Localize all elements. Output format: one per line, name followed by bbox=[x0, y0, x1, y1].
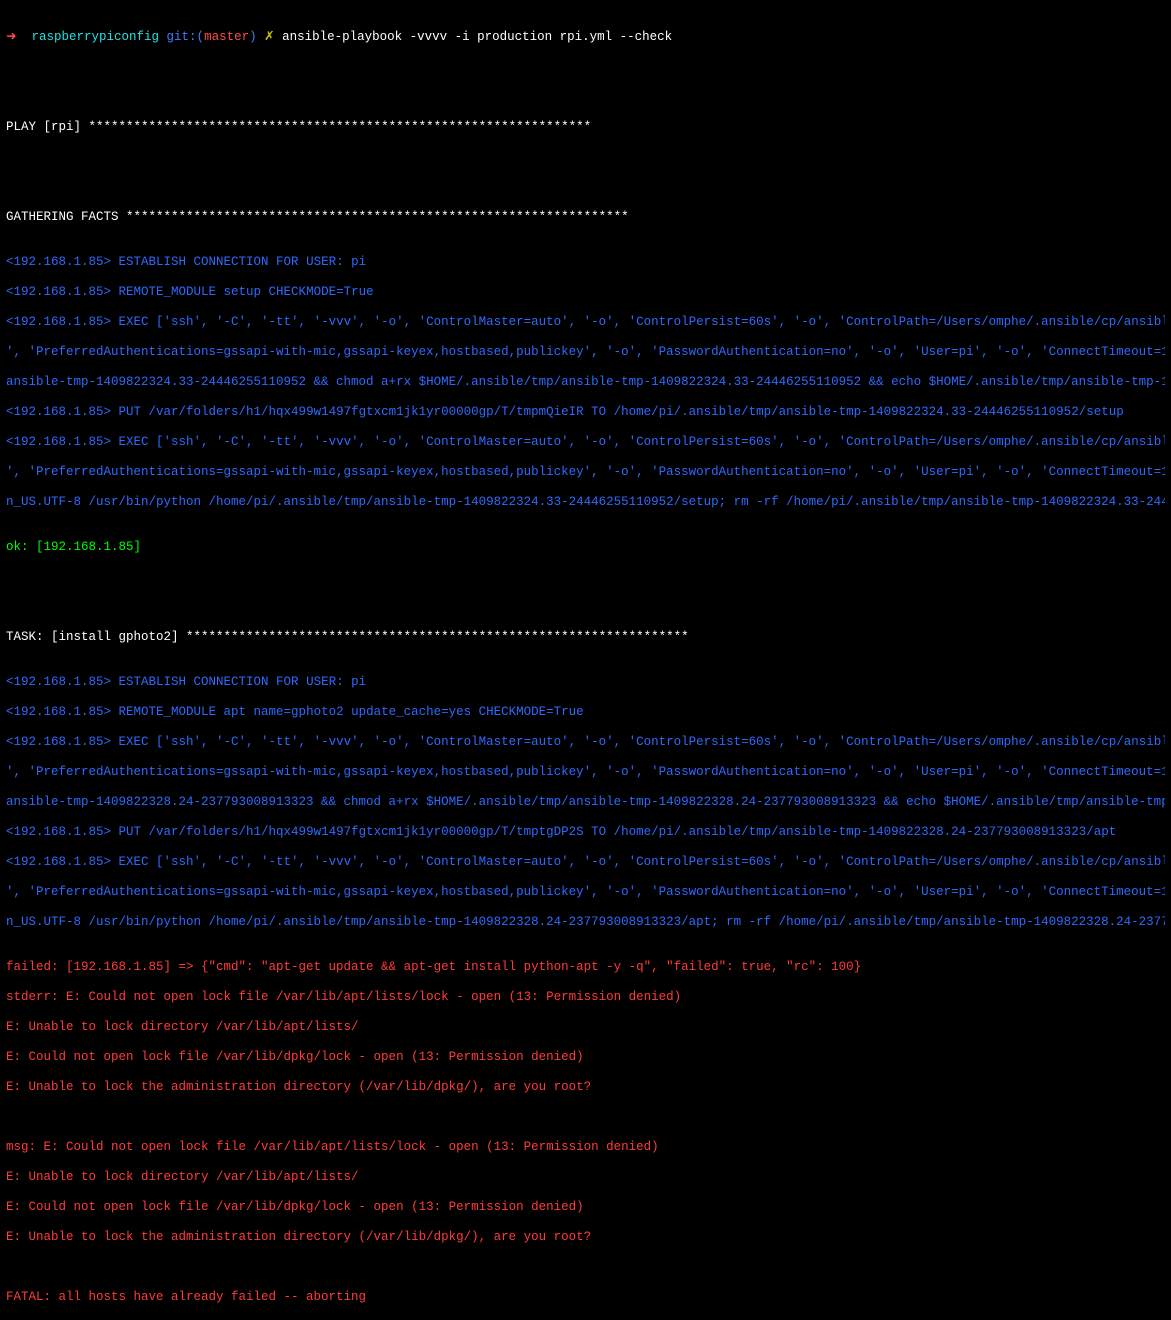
verbose-line: <192.168.1.85> ESTABLISH CONNECTION FOR … bbox=[6, 675, 1165, 690]
msg: ESTABLISH CONNECTION FOR USER: pi bbox=[111, 675, 366, 689]
msg: PUT /var/folders/h1/hqx499w1497fgtxcm1jk… bbox=[111, 405, 1124, 419]
prompt-line: ➜ raspberrypiconfig git:(master) ✗ ansib… bbox=[6, 30, 1165, 45]
verbose-line: ', 'PreferredAuthentications=gssapi-with… bbox=[6, 765, 1165, 780]
verbose-line: ansible-tmp-1409822324.33-24446255110952… bbox=[6, 375, 1165, 390]
error-line: msg: E: Could not open lock file /var/li… bbox=[6, 1140, 1165, 1155]
msg: EXEC ['ssh', '-C', '-tt', '-vvv', '-o', … bbox=[111, 435, 1165, 449]
msg: ESTABLISH CONNECTION FOR USER: pi bbox=[111, 255, 366, 269]
command-text: ansible-playbook -vvvv -i production rpi… bbox=[282, 30, 672, 44]
task-stars: ****************************************… bbox=[186, 630, 689, 644]
msg: EXEC ['ssh', '-C', '-tt', '-vvv', '-o', … bbox=[111, 735, 1165, 749]
verbose-line: <192.168.1.85> EXEC ['ssh', '-C', '-tt',… bbox=[6, 435, 1165, 450]
msg: ', 'PreferredAuthentications=gssapi-with… bbox=[6, 465, 1165, 479]
verbose-line: <192.168.1.85> PUT /var/folders/h1/hqx49… bbox=[6, 825, 1165, 840]
play-header: PLAY [rpi] *****************************… bbox=[6, 120, 1165, 135]
msg: PUT /var/folders/h1/hqx499w1497fgtxcm1jk… bbox=[111, 825, 1116, 839]
ok-ip: [192.168.1.85] bbox=[36, 540, 141, 554]
error-line: E: Unable to lock the administration dir… bbox=[6, 1230, 1165, 1245]
ip-label: <192.168.1.85> bbox=[6, 405, 111, 419]
error-line: failed: [192.168.1.85] => {"cmd": "apt-g… bbox=[6, 960, 1165, 975]
play-label: PLAY [rpi] bbox=[6, 120, 89, 134]
error-line: E: Could not open lock file /var/lib/dpk… bbox=[6, 1050, 1165, 1065]
blank-line bbox=[6, 165, 1165, 180]
ip-label: <192.168.1.85> bbox=[6, 675, 111, 689]
msg: ', 'PreferredAuthentications=gssapi-with… bbox=[6, 345, 1165, 359]
msg: ', 'PreferredAuthentications=gssapi-with… bbox=[6, 885, 1165, 899]
msg: ansible-tmp-1409822328.24-23779300891332… bbox=[6, 795, 1165, 809]
blank-line bbox=[6, 75, 1165, 90]
task-header: TASK: [install gphoto2] ****************… bbox=[6, 630, 1165, 645]
msg: EXEC ['ssh', '-C', '-tt', '-vvv', '-o', … bbox=[111, 315, 1165, 329]
ip-label: <192.168.1.85> bbox=[6, 315, 111, 329]
verbose-line: <192.168.1.85> EXEC ['ssh', '-C', '-tt',… bbox=[6, 315, 1165, 330]
msg: REMOTE_MODULE setup CHECKMODE=True bbox=[111, 285, 374, 299]
play-stars: ****************************************… bbox=[89, 120, 592, 134]
msg: ', 'PreferredAuthentications=gssapi-with… bbox=[6, 765, 1165, 779]
gather-stars: ****************************************… bbox=[126, 210, 629, 224]
error-line: stderr: E: Could not open lock file /var… bbox=[6, 990, 1165, 1005]
gather-label: GATHERING FACTS bbox=[6, 210, 126, 224]
fatal-line: FATAL: all hosts have already failed -- … bbox=[6, 1290, 1165, 1305]
blank-line bbox=[6, 1260, 1165, 1275]
gathering-header: GATHERING FACTS ************************… bbox=[6, 210, 1165, 225]
verbose-line: <192.168.1.85> EXEC ['ssh', '-C', '-tt',… bbox=[6, 855, 1165, 870]
ip-label: <192.168.1.85> bbox=[6, 825, 111, 839]
verbose-line: <192.168.1.85> EXEC ['ssh', '-C', '-tt',… bbox=[6, 735, 1165, 750]
prompt-cwd: raspberrypiconfig bbox=[32, 30, 160, 44]
verbose-line: n_US.UTF-8 /usr/bin/python /home/pi/.ans… bbox=[6, 495, 1165, 510]
verbose-line: <192.168.1.85> REMOTE_MODULE setup CHECK… bbox=[6, 285, 1165, 300]
prompt-branch: master bbox=[204, 30, 249, 44]
blank-line bbox=[6, 1110, 1165, 1125]
verbose-line: n_US.UTF-8 /usr/bin/python /home/pi/.ans… bbox=[6, 915, 1165, 930]
ok-label: ok: bbox=[6, 540, 36, 554]
verbose-line: ', 'PreferredAuthentications=gssapi-with… bbox=[6, 885, 1165, 900]
ip-label: <192.168.1.85> bbox=[6, 255, 111, 269]
ip-label: <192.168.1.85> bbox=[6, 855, 111, 869]
error-line: E: Unable to lock directory /var/lib/apt… bbox=[6, 1170, 1165, 1185]
verbose-line: ', 'PreferredAuthentications=gssapi-with… bbox=[6, 345, 1165, 360]
verbose-line: <192.168.1.85> REMOTE_MODULE apt name=gp… bbox=[6, 705, 1165, 720]
prompt-git-pre: git:( bbox=[167, 30, 205, 44]
msg: REMOTE_MODULE apt name=gphoto2 update_ca… bbox=[111, 705, 584, 719]
error-line: E: Unable to lock the administration dir… bbox=[6, 1080, 1165, 1095]
error-line: E: Could not open lock file /var/lib/dpk… bbox=[6, 1200, 1165, 1215]
ip-label: <192.168.1.85> bbox=[6, 735, 111, 749]
verbose-line: <192.168.1.85> PUT /var/folders/h1/hqx49… bbox=[6, 405, 1165, 420]
msg: EXEC ['ssh', '-C', '-tt', '-vvv', '-o', … bbox=[111, 855, 1165, 869]
ip-label: <192.168.1.85> bbox=[6, 435, 111, 449]
ip-label: <192.168.1.85> bbox=[6, 285, 111, 299]
msg: n_US.UTF-8 /usr/bin/python /home/pi/.ans… bbox=[6, 915, 1165, 929]
task-label: TASK: [install gphoto2] bbox=[6, 630, 186, 644]
blank-line bbox=[6, 585, 1165, 600]
ok-line: ok: [192.168.1.85] bbox=[6, 540, 1165, 555]
msg: n_US.UTF-8 /usr/bin/python /home/pi/.ans… bbox=[6, 495, 1165, 509]
verbose-line: ansible-tmp-1409822328.24-23779300891332… bbox=[6, 795, 1165, 810]
cross-icon: ✗ bbox=[264, 30, 274, 44]
ip-label: <192.168.1.85> bbox=[6, 705, 111, 719]
verbose-line: <192.168.1.85> ESTABLISH CONNECTION FOR … bbox=[6, 255, 1165, 270]
prompt-arrow-icon: ➜ bbox=[6, 30, 16, 44]
terminal[interactable]: ➜ raspberrypiconfig git:(master) ✗ ansib… bbox=[0, 0, 1171, 1320]
prompt-git-post: ) bbox=[249, 30, 257, 44]
verbose-line: ', 'PreferredAuthentications=gssapi-with… bbox=[6, 465, 1165, 480]
msg: ansible-tmp-1409822324.33-24446255110952… bbox=[6, 375, 1165, 389]
error-line: E: Unable to lock directory /var/lib/apt… bbox=[6, 1020, 1165, 1035]
